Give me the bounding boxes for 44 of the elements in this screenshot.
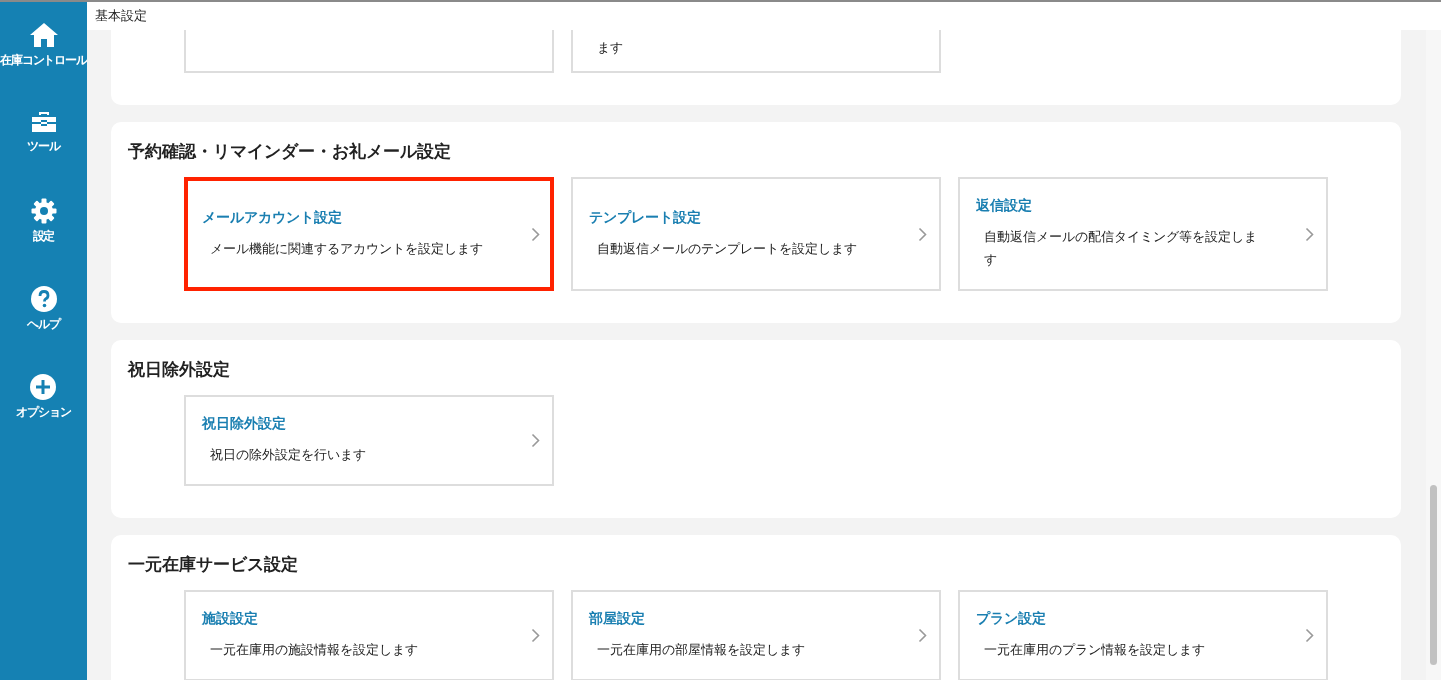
setting-card[interactable]: メールアカウント設定 メール機能に関連するアカウントを設定します [184,177,554,291]
card-description: 一元在庫用の部屋情報を設定します [596,641,806,659]
card-description: 一元在庫用の施設情報を設定します [209,641,419,659]
section-title: 一元在庫サービス設定 [128,553,299,576]
section-title: 予約確認・リマインダー・お礼メール設定 [128,140,452,163]
card-title: 部屋設定 [589,610,646,628]
setting-card[interactable]: 祝日除外設定 祝日の除外設定を行います [184,395,554,486]
setting-card[interactable]: 返信設定 自動返信メールの配信タイミング等を設定します [958,177,1328,291]
chevron-right-icon [1305,628,1314,643]
setting-card[interactable]: ます [571,30,941,73]
nav-label[interactable]: 在庫コントロール [0,52,87,69]
plus-icon[interactable] [30,374,57,400]
card-title: 祝日除外設定 [202,415,287,433]
card-title: メールアカウント設定 [202,208,343,227]
card-description: 一元在庫用のプラン情報を設定します [983,641,1206,659]
setting-card[interactable]: テンプレート設定 自動返信メールのテンプレートを設定します [571,177,941,291]
card-description: 祝日の除外設定を行います [209,446,367,464]
chevron-right-icon [1305,226,1314,242]
settings-icon[interactable] [30,198,57,224]
chevron-right-icon [918,628,927,643]
card-title: プラン設定 [976,610,1047,628]
nav-label[interactable]: 設定 [32,228,55,245]
setting-card[interactable]: プラン設定 一元在庫用のプラン情報を設定します [958,590,1328,680]
home-icon[interactable] [28,22,59,48]
chevron-right-icon [918,226,927,242]
page-title: 基本設定 [95,7,147,25]
nav-label[interactable]: ツール [27,138,60,155]
setting-card[interactable]: 施設設定 一元在庫用の施設情報を設定します [184,590,554,680]
toolbox-icon[interactable] [29,110,58,134]
nav-label[interactable]: オプション [16,404,71,421]
chevron-right-icon [531,226,540,242]
card-description: ます [597,39,623,57]
card-description: 自動返信メールのテンプレートを設定します [596,239,858,258]
card-title: 施設設定 [202,610,259,628]
card-title: 返信設定 [976,197,1033,215]
help-icon[interactable] [30,286,57,312]
chevron-right-icon [531,628,540,643]
card-title: テンプレート設定 [589,208,702,227]
setting-card[interactable]: 部屋設定 一元在庫用の部屋情報を設定します [571,590,941,680]
nav-label[interactable]: ヘルプ [27,316,60,333]
card-description: 自動返信メールの配信タイミング等を設定します [983,228,1258,269]
chevron-right-icon [531,433,540,448]
section-title: 祝日除外設定 [128,358,231,381]
card-description: メール機能に関連するアカウントを設定します [209,239,484,258]
